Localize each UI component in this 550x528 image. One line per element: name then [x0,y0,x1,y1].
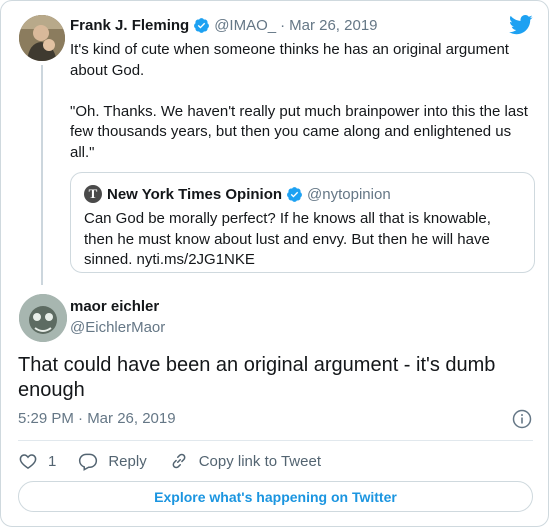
like-count: 1 [48,452,57,470]
quoted-author-avatar: T [84,185,102,203]
tweet-actions: 1 Reply Copy link to Tweet [18,450,343,472]
thread-connector-line [41,65,43,285]
quoted-tweet-text: Can God be morally perfect? If he knows … [84,210,491,268]
twitter-bird-icon[interactable] [509,15,533,35]
heart-icon [19,454,37,469]
tweet-timestamp[interactable]: 5:29 PM · Mar 26, 2019 [18,410,176,427]
reply-button[interactable]: Reply [78,451,147,471]
verified-badge-icon [194,18,210,33]
parent-author-avatar[interactable] [19,15,65,61]
parent-tweet-text: It's kind of cute when someone thinks he… [70,41,528,161]
reply-label: Reply [108,452,147,470]
like-button[interactable]: 1 [18,451,56,471]
verified-badge-icon [287,186,302,202]
copy-link-button[interactable]: Copy link to Tweet [169,451,321,471]
parent-author-handle[interactable]: @IMAO_ [214,17,276,34]
quoted-tweet-header: T New York Times Opinion @nytopinion [84,185,391,203]
copy-link-label: Copy link to Tweet [198,452,321,470]
info-icon[interactable] [512,409,532,429]
parent-author-name[interactable]: Frank J. Fleming [70,17,189,34]
parent-tweet-header: Frank J. Fleming @IMAO_ · Mar 26, 2019 [70,17,378,34]
quoted-author-name: New York Times Opinion [107,185,283,203]
explore-twitter-button[interactable]: Explore what's happening on Twitter [18,481,533,512]
main-author-avatar[interactable] [19,294,67,342]
header-separator: · [280,17,286,34]
main-tweet-text: That could have been an original argumen… [18,354,496,401]
link-icon [172,453,186,469]
tweet-embed-card: Frank J. Fleming @IMAO_ · Mar 26, 2019 I… [0,0,549,527]
divider [18,440,533,441]
main-author-handle[interactable]: @EichlerMaor [70,319,165,336]
reply-icon [79,453,98,471]
quoted-tweet[interactable]: T New York Times Opinion @nytopinion Can… [70,172,535,273]
parent-tweet-date[interactable]: Mar 26, 2019 [289,17,377,34]
quoted-author-handle: @nytopinion [307,185,391,203]
main-author-name[interactable]: maor eichler [70,298,159,315]
